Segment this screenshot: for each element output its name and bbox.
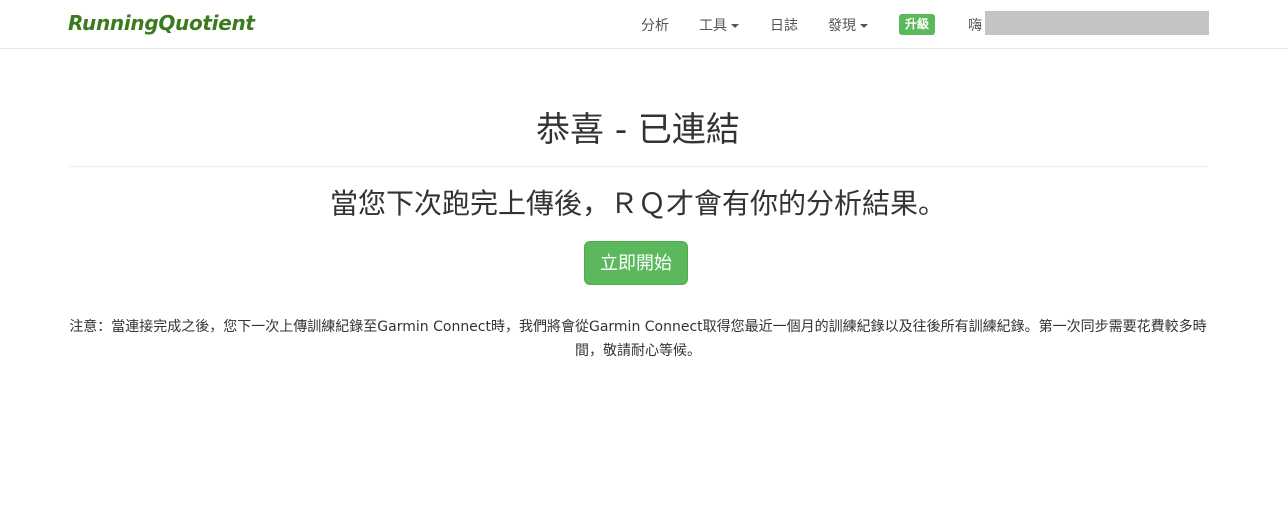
user-greeting[interactable]: 嗨	[968, 15, 982, 35]
upgrade-button[interactable]: 升級	[899, 14, 936, 35]
nav-item-analysis-label: 分析	[641, 18, 669, 34]
start-now-button[interactable]: 立即開始	[584, 241, 688, 285]
page-title: 恭喜 - 已連結	[536, 110, 740, 150]
caret-down-icon	[731, 24, 739, 28]
nav-item-log-label: 日誌	[770, 18, 798, 34]
caret-down-icon	[860, 24, 868, 28]
page-header: 恭喜 - 已連結	[68, 106, 1208, 167]
redacted-user-name[interactable]	[985, 11, 1209, 35]
nav-item-tools-dropdown[interactable]: 工具	[699, 15, 739, 35]
top-navbar: RunningQuotient 分析 工具 日誌 發現 升級 嗨	[0, 0, 1288, 49]
nav-item-log[interactable]: 日誌	[770, 15, 798, 35]
brand-logo-link[interactable]: RunningQuotient	[68, 11, 255, 35]
nav-item-discover-dropdown[interactable]: 發現	[828, 15, 868, 35]
connection-message: 當您下次跑完上傳後，ＲＱ才會有你的分析結果。	[329, 187, 946, 220]
nav-item-analysis[interactable]: 分析	[641, 15, 669, 35]
sync-note: 注意：當連接完成之後，您下一次上傳訓練紀錄至Garmin Connect時，我們…	[69, 319, 1207, 359]
nav-item-tools-label: 工具	[699, 18, 727, 34]
nav-item-discover-label: 發現	[828, 18, 856, 34]
